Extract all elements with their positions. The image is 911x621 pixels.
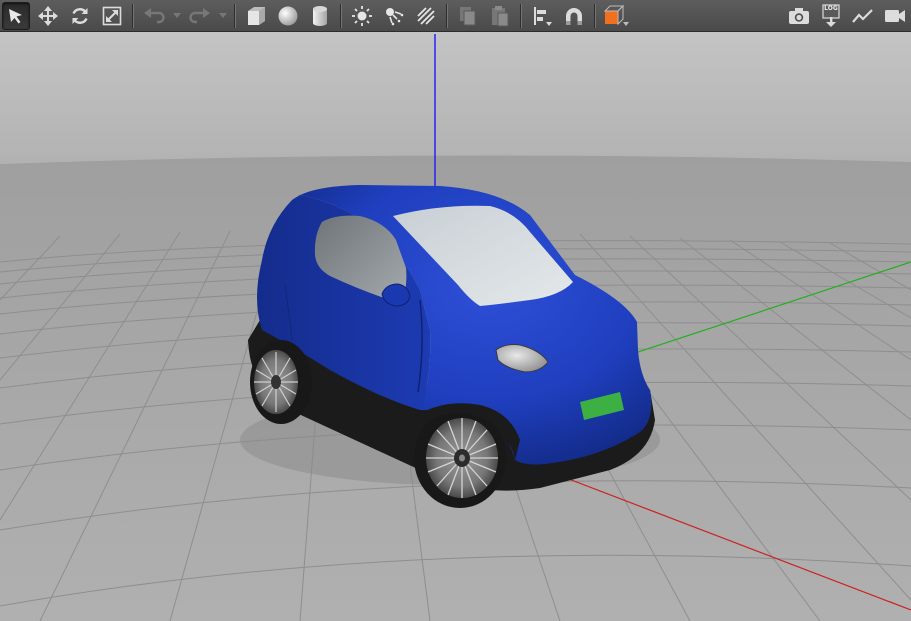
insert-directional-light-button[interactable] (412, 2, 440, 30)
toolbar-separator (594, 3, 596, 28)
paste-button[interactable] (486, 2, 514, 30)
translate-mode-icon (38, 5, 58, 26)
select-mode-icon (9, 8, 22, 23)
log-button[interactable]: LOG (817, 2, 845, 30)
plot-icon (852, 8, 873, 23)
redo-button[interactable] (186, 2, 214, 30)
align-button[interactable] (528, 2, 556, 30)
utility-group: LOG (783, 0, 911, 32)
view-angle-icon (603, 4, 629, 26)
simulator-window: LOG (0, 0, 911, 621)
clipboard-group (452, 0, 516, 32)
toolbar-separator (132, 3, 134, 28)
toolbar-separator (340, 3, 342, 28)
select-mode-button[interactable] (2, 1, 30, 30)
scale-mode-button[interactable] (98, 2, 126, 30)
copy-icon (460, 6, 476, 25)
copy-button[interactable] (454, 2, 482, 30)
redo-history-dropdown-icon (219, 12, 227, 18)
snap-icon (566, 7, 582, 25)
insert-cylinder-button[interactable] (306, 2, 334, 30)
point-light-icon (352, 5, 372, 26)
history-group (138, 0, 230, 32)
undo-icon (144, 7, 165, 23)
directional-light-icon (417, 6, 435, 25)
screenshot-icon (789, 7, 809, 24)
insert-sphere-button[interactable] (274, 2, 302, 30)
sky-backdrop (0, 32, 911, 172)
insert-point-light-button[interactable] (348, 2, 376, 30)
toolbar-separator (446, 3, 448, 28)
toolbar-separator (520, 3, 522, 28)
paste-icon (492, 5, 509, 26)
spot-light-icon (386, 7, 404, 25)
video-record-icon (885, 9, 905, 22)
view-group (600, 0, 632, 32)
undo-history-dropdown-icon (173, 12, 181, 18)
scene-viewport[interactable] (0, 32, 911, 621)
undo-button[interactable] (140, 2, 168, 30)
video-record-button[interactable] (881, 2, 909, 30)
main-toolbar: LOG (0, 0, 911, 32)
toolbar-separator (234, 3, 236, 28)
snap-button[interactable] (560, 2, 588, 30)
translate-mode-button[interactable] (34, 2, 62, 30)
log-label: LOG (824, 4, 838, 12)
insert-spot-light-button[interactable] (380, 2, 408, 30)
rotate-mode-button[interactable] (66, 2, 94, 30)
box-shape-icon (248, 6, 265, 25)
view-angle-button[interactable] (602, 2, 630, 30)
shape-group (240, 0, 336, 32)
transform-mode-group (0, 0, 128, 32)
redo-icon (189, 7, 210, 23)
scale-mode-icon (102, 6, 122, 25)
rotate-mode-icon (72, 7, 88, 24)
insert-box-button[interactable] (242, 2, 270, 30)
car-rear-wheel (250, 340, 312, 424)
align-icon (534, 6, 552, 26)
redo-history-button[interactable] (216, 2, 230, 30)
align-group (526, 0, 590, 32)
plot-button[interactable] (849, 2, 877, 30)
undo-history-button[interactable] (170, 2, 184, 30)
cylinder-shape-icon (313, 5, 327, 26)
sphere-shape-icon (278, 6, 298, 25)
light-group (346, 0, 442, 32)
scene-canvas[interactable] (0, 32, 911, 621)
screenshot-button[interactable] (785, 2, 813, 30)
